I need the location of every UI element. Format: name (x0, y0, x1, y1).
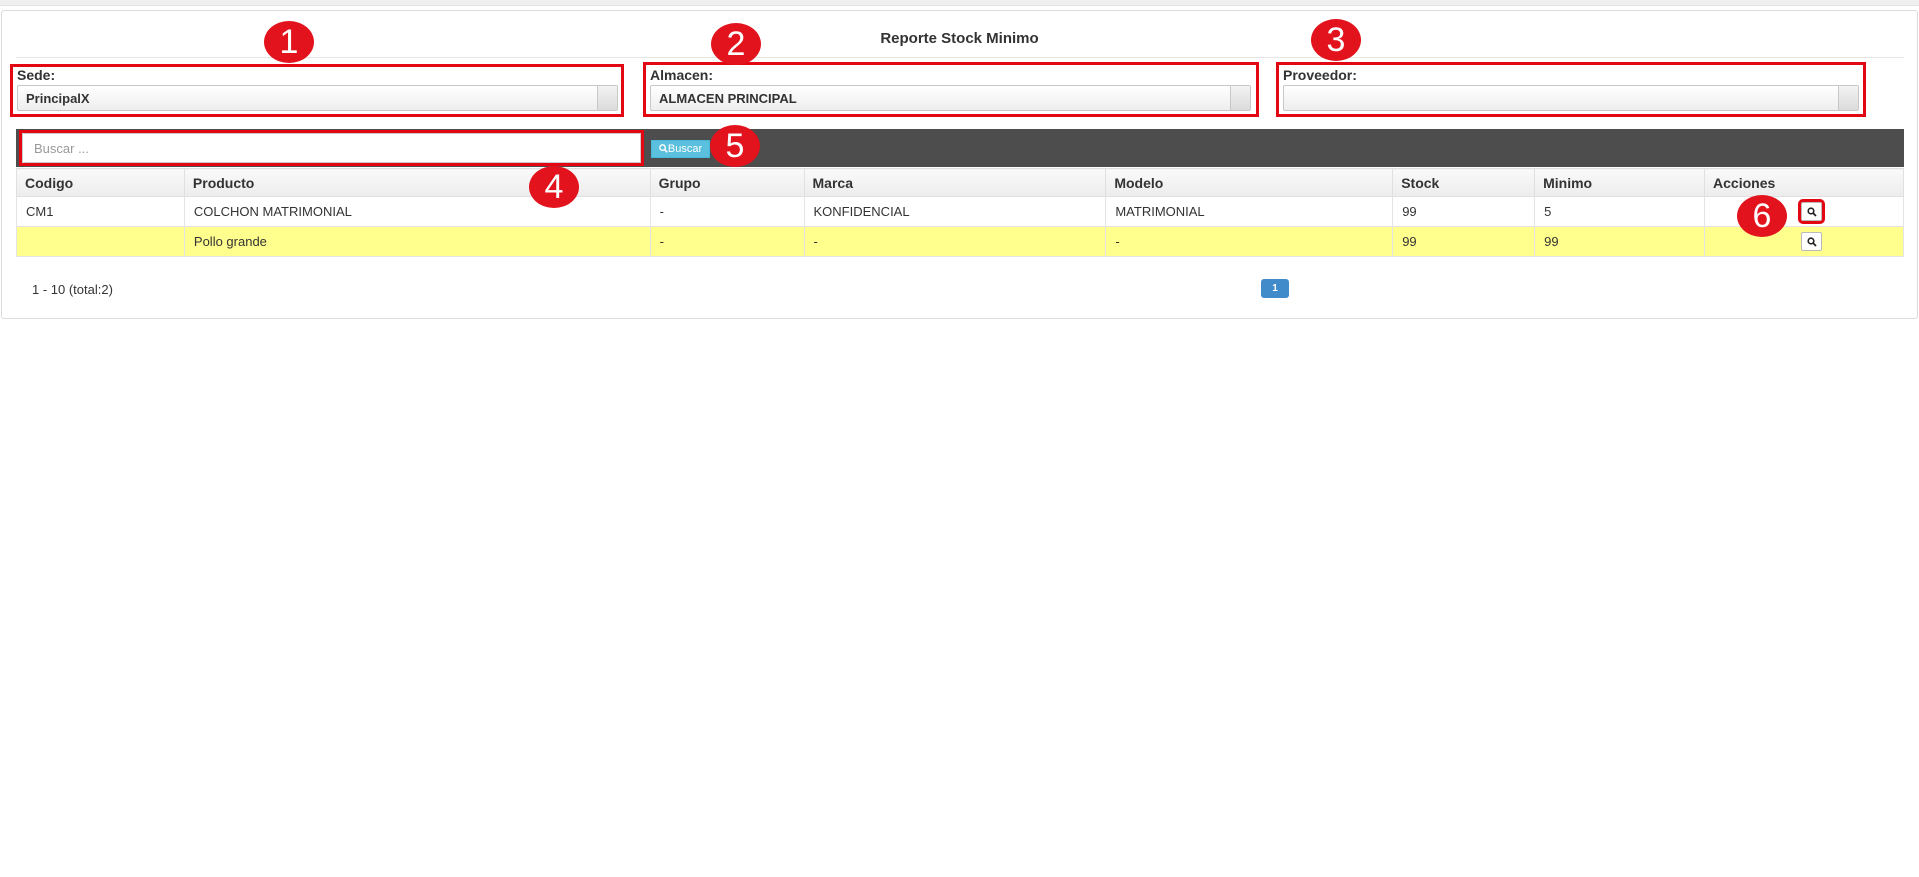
magnifier-icon (1807, 207, 1817, 217)
annotation-box-2 (643, 62, 1259, 117)
column-header-modelo[interactable]: Modelo (1105, 168, 1394, 197)
cell-codigo (16, 226, 185, 257)
cell-producto: Pollo grande (183, 226, 651, 257)
cell-marca: KONFIDENCIAL (803, 196, 1107, 227)
annotation-box-4 (19, 130, 644, 166)
view-detail-button[interactable] (1801, 232, 1823, 251)
table-row[interactable]: Pollo grande - - - 99 99 (16, 226, 1904, 257)
column-header-minimo[interactable]: Minimo (1534, 168, 1706, 197)
annotation-badge-2: 2 (711, 23, 761, 65)
cell-modelo: MATRIMONIAL (1105, 196, 1394, 227)
cell-minimo: 99 (1534, 226, 1706, 257)
column-header-grupo[interactable]: Grupo (649, 168, 805, 197)
cell-stock: 99 (1392, 196, 1536, 227)
annotation-badge-6: 6 (1737, 195, 1787, 237)
table-row[interactable]: CM1 COLCHON MATRIMONIAL - KONFIDENCIAL M… (16, 196, 1904, 227)
annotation-badge-1: 1 (264, 21, 314, 63)
cell-minimo: 5 (1534, 196, 1706, 227)
pagination-range: 1 - 10 (total:2) (32, 282, 113, 297)
cell-grupo: - (649, 196, 805, 227)
search-icon (659, 144, 668, 153)
cell-acciones (1704, 226, 1904, 257)
cell-grupo: - (649, 226, 805, 257)
table-header-row: Codigo Producto Grupo Marca Modelo Stock… (16, 168, 1904, 197)
cell-stock: 99 (1392, 226, 1536, 257)
cell-marca: - (803, 226, 1107, 257)
stock-table: Codigo Producto Grupo Marca Modelo Stock… (16, 168, 1904, 257)
cell-codigo: CM1 (16, 196, 185, 227)
magnifier-icon (1807, 237, 1817, 247)
column-header-producto[interactable]: Producto (183, 168, 651, 197)
search-button-label: Buscar (667, 143, 703, 155)
search-button[interactable]: Buscar (651, 140, 710, 158)
view-detail-button[interactable] (1798, 199, 1826, 224)
column-header-acciones: Acciones (1704, 168, 1904, 197)
cell-acciones (1704, 196, 1904, 227)
cell-producto: COLCHON MATRIMONIAL (183, 196, 651, 227)
column-header-stock[interactable]: Stock (1392, 168, 1536, 197)
page-button-current[interactable]: 1 (1261, 279, 1289, 298)
cell-modelo: - (1105, 226, 1394, 257)
column-header-codigo[interactable]: Codigo (16, 168, 185, 197)
annotation-box-1 (10, 64, 624, 117)
column-header-marca[interactable]: Marca (803, 168, 1107, 197)
annotation-badge-4: 4 (529, 166, 579, 208)
annotation-badge-5: 5 (710, 125, 760, 167)
annotation-badge-3: 3 (1311, 19, 1361, 61)
top-strip (0, 0, 1919, 6)
annotation-box-3 (1276, 62, 1866, 117)
